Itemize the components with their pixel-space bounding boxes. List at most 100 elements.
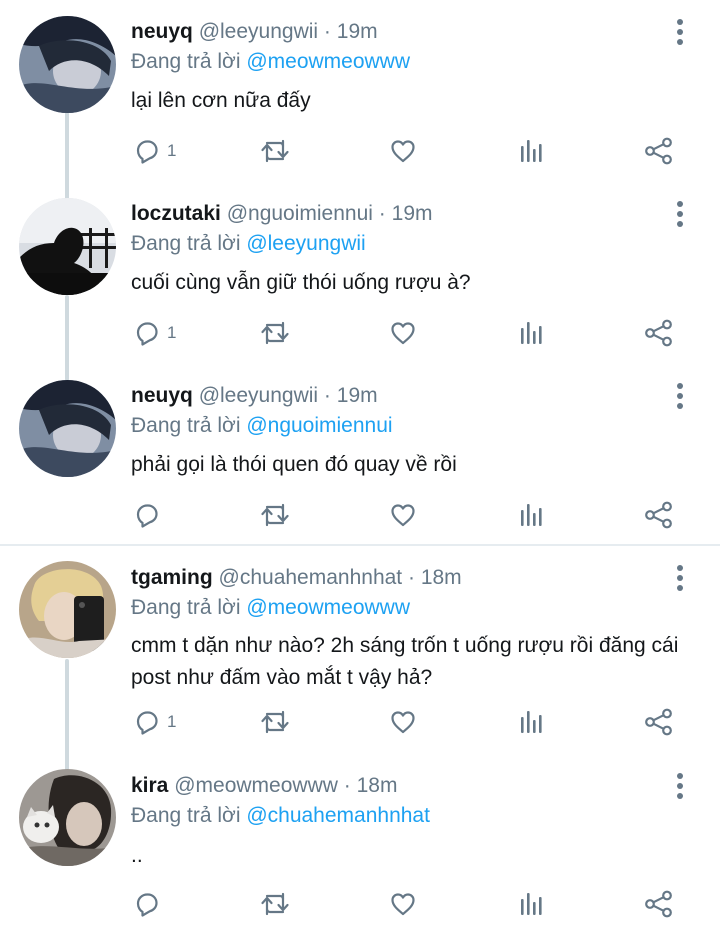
avatar[interactable] [19, 561, 116, 658]
author-handle[interactable]: @chuahemanhnhat [219, 566, 403, 589]
analytics-icon [518, 319, 546, 347]
retweet-icon [259, 319, 291, 347]
analytics-button[interactable] [518, 315, 546, 351]
tweet-text: cmm t dặn như nào? 2h sáng trốn t uống r… [131, 634, 679, 689]
timestamp[interactable]: 19m [337, 384, 378, 407]
author-handle[interactable]: @meowmeowww [174, 774, 338, 797]
author-handle[interactable]: @nguoimiennui [227, 202, 373, 225]
avatar[interactable] [19, 198, 116, 295]
author-name[interactable]: neuyq [131, 20, 193, 43]
like-icon [389, 708, 417, 736]
replying-to: Đang trả lời @chuahemanhnhat [131, 801, 430, 831]
analytics-icon [518, 890, 546, 918]
tweet[interactable]: kira @meowmeowww · 18m Đang trả lời @chu… [0, 754, 720, 937]
reply-button[interactable]: 1 [133, 133, 176, 169]
tweet-actions: 1 [0, 704, 720, 740]
more-options-icon[interactable] [670, 381, 690, 411]
reply-icon [133, 319, 161, 347]
tweet[interactable]: neuyq @leeyungwii · 19m Đang trả lời @ng… [0, 364, 720, 544]
avatar[interactable] [19, 16, 116, 113]
author-name[interactable]: tgaming [131, 566, 213, 589]
timestamp[interactable]: 18m [421, 566, 462, 589]
avatar[interactable] [19, 380, 116, 477]
tweet-actions: 1 [0, 133, 720, 169]
like-button[interactable] [389, 886, 417, 922]
like-icon [389, 501, 417, 529]
reply-count: 1 [167, 141, 177, 160]
tweet[interactable]: loczutaki @nguoimiennui · 19m Đang trả l… [0, 182, 720, 364]
timestamp[interactable]: 19m [392, 202, 433, 225]
replying-to-label: Đang trả lời [131, 50, 241, 73]
like-icon [389, 137, 417, 165]
tweet-actions [0, 886, 720, 922]
analytics-button[interactable] [518, 704, 546, 740]
share-button[interactable] [644, 133, 674, 169]
tweet[interactable]: neuyq @leeyungwii · 19m Đang trả lời @me… [0, 0, 720, 182]
reply-button[interactable] [133, 886, 167, 922]
like-button[interactable] [389, 497, 417, 533]
share-button[interactable] [644, 315, 674, 351]
tweet[interactable]: tgaming @chuahemanhnhat · 18m Đang trả l… [0, 546, 720, 752]
like-button[interactable] [389, 315, 417, 351]
mention-link[interactable]: @meowmeowww [246, 50, 410, 73]
avatar[interactable] [19, 769, 116, 866]
author-name[interactable]: neuyq [131, 384, 193, 407]
reply-icon [133, 890, 161, 918]
retweet-button[interactable] [259, 315, 291, 351]
retweet-icon [259, 137, 291, 165]
more-options-icon[interactable] [670, 771, 690, 801]
tweet-text: .. [131, 844, 143, 867]
mention-link[interactable]: @chuahemanhnhat [246, 804, 430, 827]
replying-to-label: Đang trả lời [131, 414, 241, 437]
timestamp[interactable]: 18m [357, 774, 398, 797]
like-icon [389, 890, 417, 918]
replying-to-label: Đang trả lời [131, 596, 241, 619]
tweet-text: phải gọi là thói quen đó quay về rồi [131, 453, 457, 476]
retweet-button[interactable] [259, 704, 291, 740]
tweet-actions [0, 497, 720, 533]
mention-link[interactable]: @nguoimiennui [246, 414, 392, 437]
reply-button[interactable]: 1 [133, 315, 176, 351]
separator-dot: · [323, 20, 331, 43]
retweet-icon [259, 708, 291, 736]
author-name[interactable]: kira [131, 774, 168, 797]
share-icon [644, 319, 674, 347]
analytics-icon [518, 708, 546, 736]
more-options-icon[interactable] [670, 563, 690, 593]
share-button[interactable] [644, 497, 674, 533]
like-button[interactable] [389, 704, 417, 740]
author-handle[interactable]: @leeyungwii [199, 384, 318, 407]
replying-to: Đang trả lời @nguoimiennui [131, 411, 393, 441]
reply-count: 1 [167, 712, 177, 731]
like-button[interactable] [389, 133, 417, 169]
analytics-button[interactable] [518, 133, 546, 169]
tweet-text: cuối cùng vẫn giữ thói uống rượu à? [131, 271, 471, 294]
author-handle[interactable]: @leeyungwii [199, 20, 318, 43]
analytics-button[interactable] [518, 497, 546, 533]
reply-button[interactable]: 1 [133, 704, 176, 740]
mention-link[interactable]: @leeyungwii [246, 232, 365, 255]
retweet-button[interactable] [259, 133, 291, 169]
more-options-icon[interactable] [670, 199, 690, 229]
retweet-button[interactable] [259, 497, 291, 533]
like-icon [389, 319, 417, 347]
reply-icon [133, 501, 161, 529]
separator-dot: · [378, 202, 386, 225]
retweet-icon [259, 501, 291, 529]
separator-dot: · [343, 774, 351, 797]
replying-to-label: Đang trả lời [131, 804, 241, 827]
author-name[interactable]: loczutaki [131, 202, 221, 225]
timestamp[interactable]: 19m [337, 20, 378, 43]
reply-button[interactable] [133, 497, 167, 533]
analytics-icon [518, 501, 546, 529]
retweet-button[interactable] [259, 886, 291, 922]
more-options-icon[interactable] [670, 17, 690, 47]
tweet-actions: 1 [0, 315, 720, 351]
share-button[interactable] [644, 704, 674, 740]
mention-link[interactable]: @meowmeowww [246, 596, 410, 619]
analytics-icon [518, 137, 546, 165]
analytics-button[interactable] [518, 886, 546, 922]
share-button[interactable] [644, 886, 674, 922]
replying-to: Đang trả lời @meowmeowww [131, 47, 410, 77]
reply-thread: neuyq @leeyungwii · 19m Đang trả lời @me… [0, 0, 720, 937]
